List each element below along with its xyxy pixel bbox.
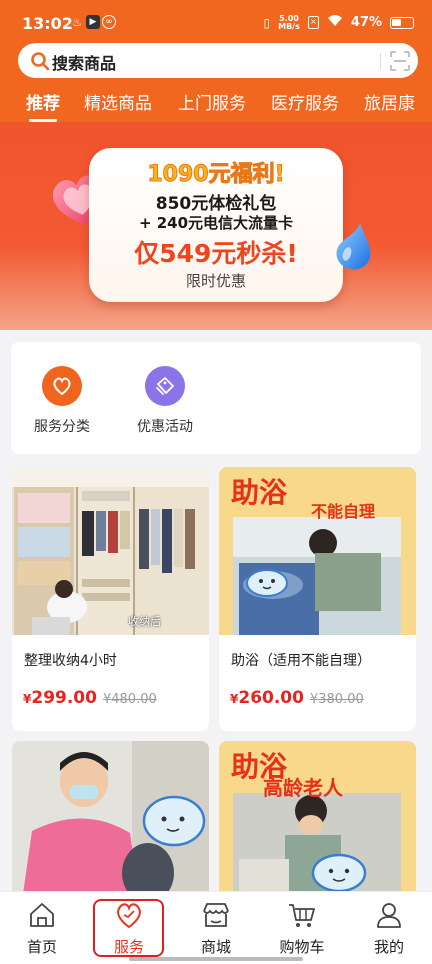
nav-home[interactable]: 首页	[7, 900, 77, 957]
search-input[interactable]: 搜索商品	[52, 50, 116, 74]
product-card-bath-assist[interactable]: 助浴 不能自理 助浴（适用不能自理） ¥260.00 ¥380.00	[219, 467, 416, 731]
price-row: ¥260.00 ¥380.00	[230, 688, 364, 708]
product-name: 助浴（适用不能自理）	[231, 653, 371, 669]
image-subline: 高龄老人	[263, 776, 343, 800]
promotions-entry[interactable]: 优惠活动	[125, 366, 205, 436]
tab-home-services[interactable]: 上门服务	[178, 89, 246, 114]
nav-cart-label: 购物车	[279, 938, 325, 956]
water-drop-decoration-icon	[336, 223, 371, 270]
scan-icon[interactable]	[389, 50, 411, 72]
battery-percent: 47%	[350, 15, 382, 30]
nav-store[interactable]: 商城	[181, 900, 251, 957]
heart-tag-icon	[42, 366, 82, 406]
search-divider	[380, 53, 381, 69]
sync-icon: ∞	[102, 15, 116, 29]
status-right-group: ▯ 5.00 MB/s × 47%	[264, 14, 414, 31]
search-bar[interactable]: 搜索商品	[18, 43, 418, 78]
nav-home-label: 首页	[26, 938, 57, 956]
nav-cart[interactable]: 购物车	[267, 900, 337, 957]
video-app-icon: ▶	[86, 15, 100, 29]
promo-subtitle: 限时优惠	[185, 272, 246, 290]
promo-banner[interactable]: 1090元福利! 850元体检礼包 + 240元电信大流量卡 仅549元秒杀! …	[0, 122, 432, 330]
vibrate-icon: ▯	[263, 15, 271, 30]
tab-recommend[interactable]: 推荐	[26, 89, 60, 114]
product-card-haircut[interactable]	[12, 741, 209, 901]
nav-profile-label: 我的	[373, 938, 404, 956]
app-header: 13:02 ♨ ▶ ∞ ▯ 5.00 MB/s × 47% 搜索商品 推荐 精选…	[0, 0, 432, 122]
promo-line-2: + 240元电信大流量卡	[138, 214, 294, 232]
services-tab-highlight-box	[93, 899, 164, 957]
service-category-entry[interactable]: 服务分类	[22, 366, 102, 436]
home-indicator[interactable]	[129, 957, 303, 961]
tab-featured-products[interactable]: 精选商品	[84, 89, 152, 114]
nav-profile[interactable]: 我的	[354, 900, 424, 957]
original-price: ¥380.00	[309, 692, 364, 707]
net-speed: 5.00 MB/s	[278, 13, 300, 31]
promo-title: 1090元福利!	[147, 162, 285, 188]
status-bar: 13:02 ♨ ▶ ∞ ▯ 5.00 MB/s × 47%	[0, 0, 432, 40]
product-name: 整理收纳4小时	[24, 653, 117, 669]
product-card-organizing[interactable]: 收纳后 整理收纳4小时 ¥299.00 ¥480.00	[12, 467, 209, 731]
category-tabs: 推荐 精选商品 上门服务 医疗服务 旅居康	[0, 86, 432, 120]
image-headline: 助浴	[231, 476, 288, 509]
sim-disabled-icon: ×	[307, 16, 319, 29]
user-icon	[377, 903, 401, 928]
quick-entry-card: 服务分类 优惠活动	[11, 342, 421, 454]
store-icon	[203, 903, 229, 927]
promo-price: 仅549元秒杀!	[134, 239, 298, 268]
promotions-label: 优惠活动	[137, 419, 193, 435]
home-icon	[30, 903, 54, 927]
service-category-label: 服务分类	[34, 419, 90, 435]
nav-store-label: 商城	[200, 938, 231, 956]
current-price: ¥299.00	[23, 688, 97, 708]
current-price: ¥260.00	[230, 688, 304, 708]
tab-travel-health[interactable]: 旅居康	[364, 89, 415, 114]
closet-organizing-photo	[12, 467, 209, 635]
tab-medical-services[interactable]: 医疗服务	[271, 89, 339, 114]
status-time: 13:02	[22, 14, 73, 33]
promo-card: 1090元福利! 850元体检礼包 + 240元电信大流量卡 仅549元秒杀! …	[89, 148, 343, 302]
promo-line-1: 850元体检礼包	[155, 194, 277, 214]
coupon-icon	[145, 366, 185, 406]
image-subline: 不能自理	[311, 502, 376, 521]
cart-icon	[289, 904, 315, 927]
search-icon	[31, 52, 50, 71]
elderly-haircut-photo	[12, 741, 209, 901]
battery-icon	[390, 16, 414, 29]
price-row: ¥299.00 ¥480.00	[23, 688, 157, 708]
bottom-nav: 首页 服务 商城 购物车 我的	[0, 891, 432, 964]
notification-icon: ♨	[72, 15, 82, 29]
original-price: ¥480.00	[102, 692, 157, 707]
wifi-icon	[327, 14, 343, 31]
product-card-bath-elderly[interactable]: 助浴 高龄老人	[219, 741, 416, 901]
image-caption: 收纳后	[128, 615, 161, 628]
